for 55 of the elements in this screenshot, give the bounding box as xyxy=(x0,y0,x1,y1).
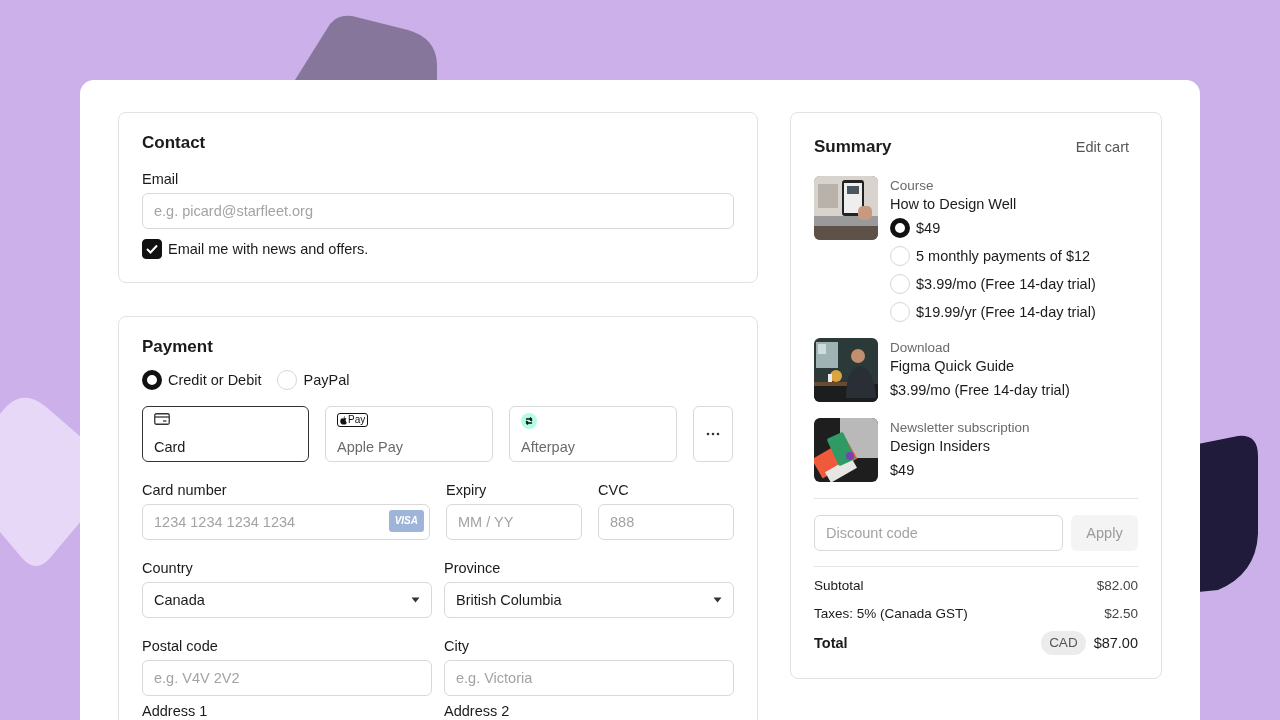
field-label: City xyxy=(444,637,470,655)
price-option[interactable]: $3.99/mo (Free 14-day trial) xyxy=(890,274,1096,294)
field-label: Country xyxy=(142,559,194,577)
caret-icon xyxy=(713,597,722,603)
field-label: Email xyxy=(142,170,180,188)
postal-code-field[interactable]: e.g. V4V 2V2 xyxy=(142,660,432,696)
field-label: Postal code xyxy=(142,637,219,655)
price-option[interactable]: $49 xyxy=(890,218,1096,238)
caret-icon xyxy=(411,597,420,603)
checkbox-label[interactable]: Email me with news and offers. xyxy=(168,239,369,259)
total-label: Total xyxy=(814,634,848,652)
item-category: Course xyxy=(890,178,935,194)
cvc-field[interactable]: 888 xyxy=(598,504,734,540)
field-label: CVC xyxy=(598,481,630,499)
item-name: How to Design Well xyxy=(890,195,1018,214)
check-icon xyxy=(146,244,158,254)
radio-option[interactable]: Credit or Debit xyxy=(142,370,262,390)
checkbox[interactable] xyxy=(142,239,162,259)
country-select[interactable]: Canada xyxy=(142,582,432,618)
item-category: Download xyxy=(890,340,952,356)
payment-option[interactable]: Afterpay xyxy=(509,406,677,462)
section-title: Contact xyxy=(142,132,207,154)
summary-value: $82.00 xyxy=(1096,577,1138,595)
section-title: Summary xyxy=(814,136,892,158)
arrows-icon xyxy=(521,413,537,429)
item-name: Design Insiders xyxy=(890,437,991,456)
card-brand-badge: VISA xyxy=(388,510,424,532)
price-option[interactable]: 5 monthly payments of $12 xyxy=(890,246,1096,266)
item-price: $49 xyxy=(890,461,916,480)
total-value: $87.00 xyxy=(1093,634,1138,652)
payment-option[interactable]: Pay Apple Pay xyxy=(325,406,493,462)
more-icon xyxy=(706,432,720,436)
field-label: Expiry xyxy=(446,481,488,499)
edit-cart-link[interactable]: Edit cart xyxy=(1075,139,1138,155)
radio-option[interactable]: PayPal xyxy=(277,370,350,390)
price-option[interactable]: $19.99/yr (Free 14-day trial) xyxy=(890,302,1096,322)
field-label: Province xyxy=(444,559,502,577)
pay-logo: Pay xyxy=(337,413,369,427)
field-label: Card number xyxy=(142,481,228,499)
item-name: Figma Quick Guide xyxy=(890,357,1016,376)
expiry-field[interactable]: MM / YY xyxy=(446,504,582,540)
summary-label: Taxes: 5% (Canada GST) xyxy=(814,605,968,623)
field-label: Address 2 xyxy=(444,702,511,720)
card-icon xyxy=(154,413,170,425)
item-category: Newsletter subscription xyxy=(890,420,1030,436)
currency-badge: CAD xyxy=(1041,631,1086,655)
city-field[interactable]: e.g. Victoria xyxy=(444,660,734,696)
email-field[interactable]: e.g. picard@starfleet.org xyxy=(142,193,734,229)
summary-label: Subtotal xyxy=(814,577,864,595)
payment-option[interactable]: Card xyxy=(142,406,309,462)
summary-value: $2.50 xyxy=(1104,605,1138,623)
field-label: Address 1 xyxy=(142,702,209,720)
section-title: Payment xyxy=(142,336,214,358)
province-select[interactable]: British Columbia xyxy=(444,582,734,618)
item-price: $3.99/mo (Free 14-day trial) xyxy=(890,381,1070,400)
